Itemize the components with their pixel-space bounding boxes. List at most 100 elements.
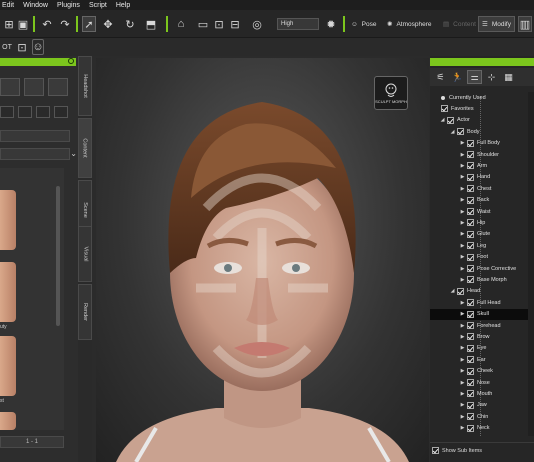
- atmosphere-button[interactable]: ✺ Atmosphere: [384, 16, 435, 32]
- tree-checkbox[interactable]: [447, 116, 454, 124]
- undo-icon[interactable]: ↶: [40, 16, 54, 32]
- tree-checkbox[interactable]: [467, 162, 474, 170]
- tree-checkbox[interactable]: [441, 105, 448, 113]
- tree-checkbox[interactable]: [467, 242, 474, 250]
- morph-sliders-icon[interactable]: ⚌: [467, 70, 482, 84]
- caret-right-icon[interactable]: ▶: [460, 231, 465, 237]
- tree-row[interactable]: ▶ Leg: [430, 240, 534, 251]
- caret-right-icon[interactable]: ▶: [460, 220, 465, 226]
- slot-1[interactable]: [0, 106, 14, 118]
- caret-right-icon[interactable]: ▶: [460, 391, 465, 397]
- caret-right-icon[interactable]: ▶: [460, 334, 465, 340]
- caret-right-icon[interactable]: ▶: [460, 380, 465, 386]
- scale-icon[interactable]: ⬒: [144, 16, 158, 32]
- sculpt-morph-badge[interactable]: SCULPT MORPH: [374, 76, 408, 110]
- tree-checkbox[interactable]: [467, 322, 474, 329]
- transform-icon[interactable]: ⊹: [484, 70, 499, 84]
- slot-4[interactable]: [54, 106, 68, 118]
- preset-icon[interactable]: [0, 78, 20, 96]
- menu-script[interactable]: Script: [89, 2, 107, 9]
- tab-render[interactable]: Render: [78, 284, 92, 340]
- tree-row[interactable]: ▶ Hand: [430, 172, 534, 183]
- tree-row[interactable]: ▶ Cheek: [430, 366, 534, 377]
- tree-checkbox[interactable]: [467, 401, 474, 409]
- tree-row[interactable]: ▶ Shoulder: [430, 149, 534, 160]
- tree-row[interactable]: ▶ Jaw: [430, 400, 534, 411]
- tree-checkbox[interactable]: [467, 253, 474, 261]
- caret-right-icon[interactable]: ▶: [460, 186, 465, 192]
- tree-row[interactable]: ▶ Neck: [430, 423, 534, 434]
- tree-checkbox[interactable]: [467, 424, 474, 432]
- tree-row[interactable]: ▶ Foot: [430, 252, 534, 263]
- caret-right-icon[interactable]: ▶: [460, 243, 465, 249]
- tree-checkbox[interactable]: [467, 379, 474, 386]
- caret-right-icon[interactable]: ▶: [460, 174, 465, 180]
- tree-checkbox[interactable]: [467, 276, 474, 284]
- tree-checkbox[interactable]: [467, 333, 474, 341]
- caret-down-icon[interactable]: ◢: [450, 129, 455, 135]
- menu-window[interactable]: Window: [23, 2, 48, 9]
- tree-row[interactable]: ▶ Eye: [430, 343, 534, 354]
- caret-right-icon[interactable]: ▶: [460, 163, 465, 169]
- caret-right-icon[interactable]: ▶: [460, 311, 465, 317]
- tree-row[interactable]: ▶ Mouth: [430, 388, 534, 399]
- save-icon[interactable]: ▣: [16, 16, 30, 32]
- tree-checkbox[interactable]: [467, 265, 474, 272]
- tree-checkbox[interactable]: [467, 230, 474, 238]
- slot-3[interactable]: [36, 106, 50, 118]
- tree-checkbox[interactable]: [457, 287, 464, 295]
- tree-checkbox[interactable]: [467, 390, 474, 398]
- list-item[interactable]: [0, 190, 16, 250]
- tree-row[interactable]: ▶ Chin: [430, 411, 534, 422]
- camera-frame-icon[interactable]: ▭: [196, 16, 210, 32]
- caret-right-icon[interactable]: ▶: [460, 300, 465, 306]
- layout-icon[interactable]: ⊟: [228, 16, 242, 32]
- tree-row[interactable]: ▶ Chest: [430, 183, 534, 194]
- tree-row[interactable]: ◢ Body: [430, 126, 534, 137]
- tree-row[interactable]: ▶ Hip: [430, 217, 534, 228]
- tree-checkbox[interactable]: [467, 196, 474, 204]
- caret-right-icon[interactable]: ▶: [460, 197, 465, 203]
- tab-headshot[interactable]: Headshot: [78, 56, 92, 116]
- sliders-icon[interactable]: ⚟: [433, 70, 448, 84]
- menu-plugins[interactable]: Plugins: [57, 2, 80, 9]
- caret-right-icon[interactable]: ▶: [460, 254, 465, 260]
- tree-checkbox[interactable]: [467, 356, 474, 364]
- tree-row[interactable]: ▶ Arm: [430, 160, 534, 171]
- checker-icon[interactable]: ▦: [501, 70, 516, 84]
- tree-row[interactable]: ▶ Brow: [430, 331, 534, 342]
- caret-right-icon[interactable]: ▶: [460, 345, 465, 351]
- show-sub-items-checkbox[interactable]: [432, 447, 439, 454]
- tree-checkbox[interactable]: [467, 139, 474, 147]
- tree-scrollbar[interactable]: [528, 92, 534, 436]
- tree-row[interactable]: ▶ Glute: [430, 229, 534, 240]
- list-item[interactable]: [0, 336, 16, 396]
- list-scrollbar[interactable]: [56, 186, 60, 326]
- tab-visual[interactable]: Visual: [78, 226, 92, 282]
- shot-icon[interactable]: OT: [2, 39, 12, 55]
- list-item[interactable]: [0, 412, 16, 430]
- tree-checkbox[interactable]: [467, 344, 474, 352]
- frame-all-icon[interactable]: ⊡: [212, 16, 226, 32]
- tree-row[interactable]: ▶ Pose Corrective: [430, 263, 534, 274]
- caret-down-icon[interactable]: ◢: [450, 288, 455, 294]
- tree-row[interactable]: ▶ Base Morph: [430, 274, 534, 285]
- tree-row[interactable]: ▶ Full Body: [430, 138, 534, 149]
- pose-button[interactable]: ☺ Pose: [348, 16, 379, 32]
- quality-select[interactable]: High: [277, 18, 319, 30]
- tree-row[interactable]: ▶Tongue: [430, 434, 534, 436]
- redo-icon[interactable]: ↷: [58, 16, 72, 32]
- caret-right-icon[interactable]: ▶: [460, 266, 465, 272]
- caret-right-icon[interactable]: ▶: [460, 414, 465, 420]
- tree-row[interactable]: Currently Used: [430, 92, 534, 103]
- caret-right-icon[interactable]: ▶: [460, 368, 465, 374]
- tree-checkbox[interactable]: [467, 151, 474, 158]
- caret-right-icon[interactable]: ▶: [460, 425, 465, 431]
- body-icon[interactable]: [24, 78, 44, 96]
- close-icon[interactable]: [68, 58, 74, 64]
- caret-right-icon[interactable]: ▶: [460, 402, 465, 408]
- light-icon[interactable]: ✹: [324, 16, 338, 32]
- tree-checkbox[interactable]: [467, 185, 474, 193]
- tree-row[interactable]: ▶ Skull: [430, 308, 534, 320]
- slot-2[interactable]: [18, 106, 32, 118]
